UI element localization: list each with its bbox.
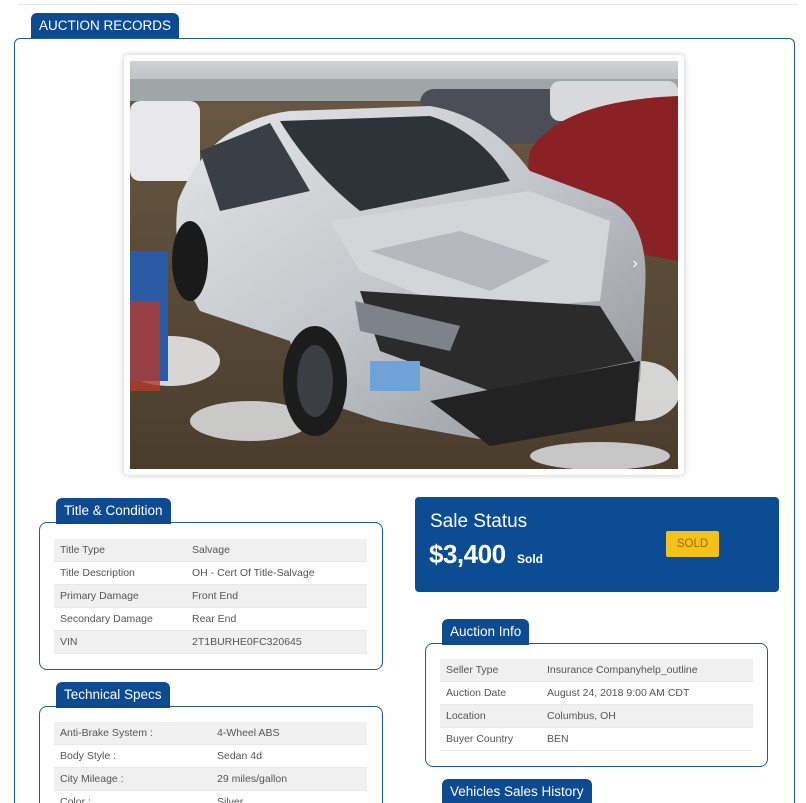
sale-price: $3,400: [429, 539, 506, 569]
table-row: City Mileage :29 miles/gallon: [54, 768, 367, 791]
table-row: Location Columbus, OH: [440, 705, 753, 728]
top-divider: [18, 4, 798, 5]
auction-info-table: Seller Type Insurance Companyhelp_outline…: [440, 659, 753, 751]
vehicle-photo-image: [130, 61, 678, 469]
table-row: Anti-Brake System :4-Wheel ABS: [54, 722, 367, 745]
sale-status-title: Sale Status: [430, 511, 528, 532]
auction-info-tab: Auction Info: [442, 619, 530, 645]
title-condition-table: Title Type Salvage Title Description OH - …: [54, 539, 367, 654]
auction-records-tab: AUCTION RECORDS: [31, 13, 180, 39]
table-row: Primary Damage Front End: [54, 585, 367, 608]
table-row: Title Type Salvage: [54, 539, 367, 562]
table-row: Secondary Damage Rear End: [54, 608, 367, 631]
technical-specs-tab: Technical Specs: [56, 682, 170, 708]
sold-status-badge: SOLD: [666, 531, 719, 557]
table-row: Buyer Country BEN: [440, 728, 753, 751]
vehicle-photo[interactable]: [124, 55, 684, 475]
table-row: Body Style : Sedan 4d: [54, 745, 367, 768]
table-row: Auction Date August 24, 2018 9:00 AM CDT: [440, 682, 753, 705]
title-condition-tab: Title & Condition: [56, 498, 171, 524]
sale-price-suffix: Sold: [517, 552, 543, 566]
sale-status-panel: Sale Status $3,400 Sold SOLD: [415, 497, 779, 592]
table-row: Color : Silver: [54, 791, 367, 803]
table-row: Seller Type Insurance Companyhelp_outline: [440, 659, 753, 682]
table-row: VIN 2T1BURHE0FC320645: [54, 631, 367, 654]
table-row: Title Description OH - Cert Of Title-Salv…: [54, 562, 367, 585]
next-photo-arrow-icon[interactable]: ›: [628, 252, 642, 276]
technical-specs-table: Anti-Brake System :4-Wheel ABS Body Styl…: [54, 722, 367, 803]
sales-history-tab: Vehicles Sales History: [442, 779, 592, 803]
